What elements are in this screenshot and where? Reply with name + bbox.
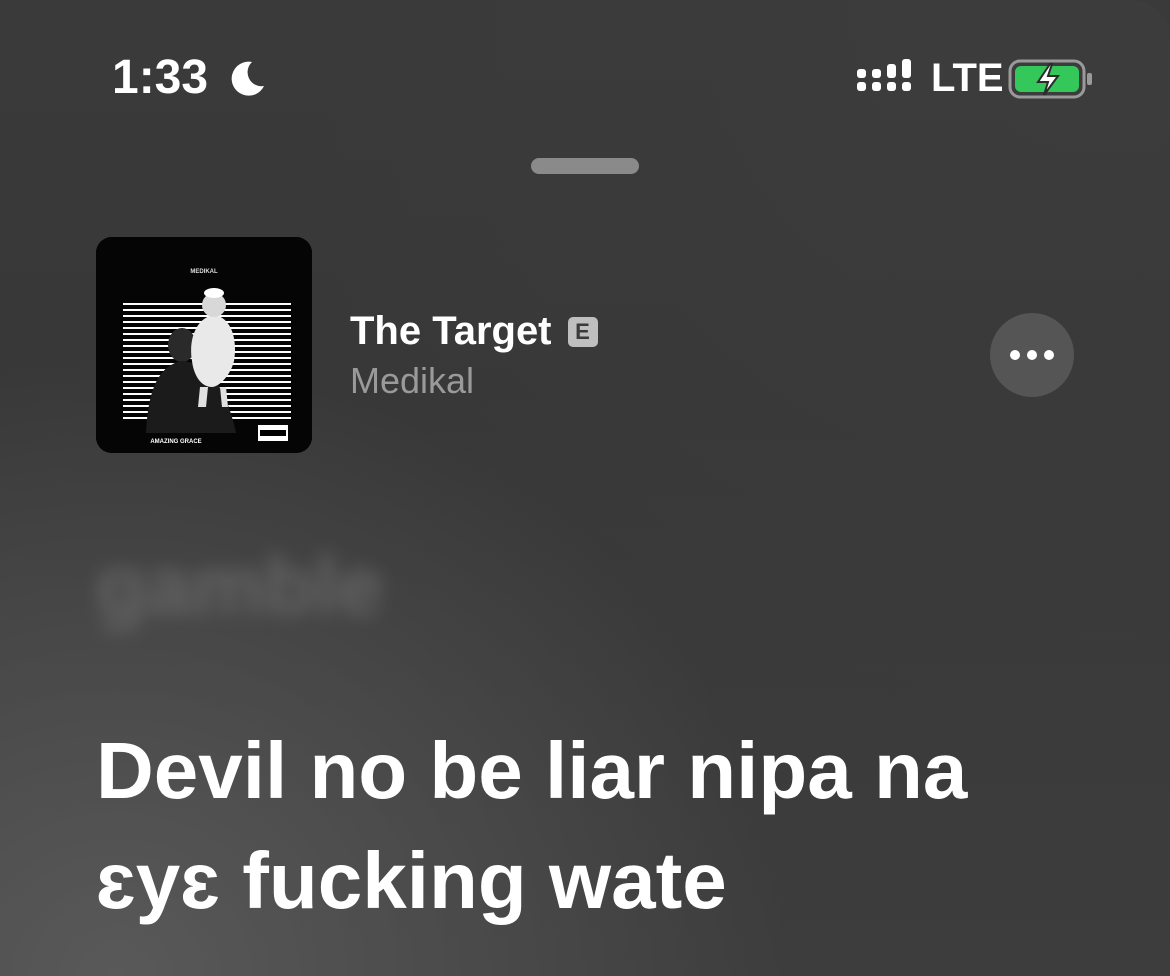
lyric-line-previous[interactable]: gamble — [96, 540, 383, 634]
signal-icon — [857, 59, 911, 91]
now-playing-lyrics-sheet: 1:33 LTE MEDIKAL AMAZING GRACE The Targe… — [0, 0, 1170, 976]
artist-name[interactable]: Medikal — [350, 360, 474, 402]
song-title-row[interactable]: The Target E — [350, 309, 598, 354]
ellipsis-icon — [1010, 350, 1054, 360]
sheet-grabber[interactable] — [531, 158, 639, 174]
battery-charging-icon — [1008, 59, 1092, 99]
explicit-badge: E — [567, 316, 598, 347]
artwork-album-text: AMAZING GRACE — [150, 439, 201, 445]
lyric-line-current[interactable]: Devil no be liar nipa na ɛyɛ fucking wat… — [96, 716, 1096, 936]
more-options-button[interactable] — [990, 313, 1074, 397]
song-title: The Target — [350, 309, 552, 353]
moon-icon — [231, 61, 264, 96]
album-artwork[interactable]: MEDIKAL AMAZING GRACE — [96, 237, 312, 453]
network-type: LTE — [931, 56, 1004, 100]
status-time: 1:33 — [112, 51, 209, 104]
artwork-artist-text: MEDIKAL — [190, 269, 218, 275]
